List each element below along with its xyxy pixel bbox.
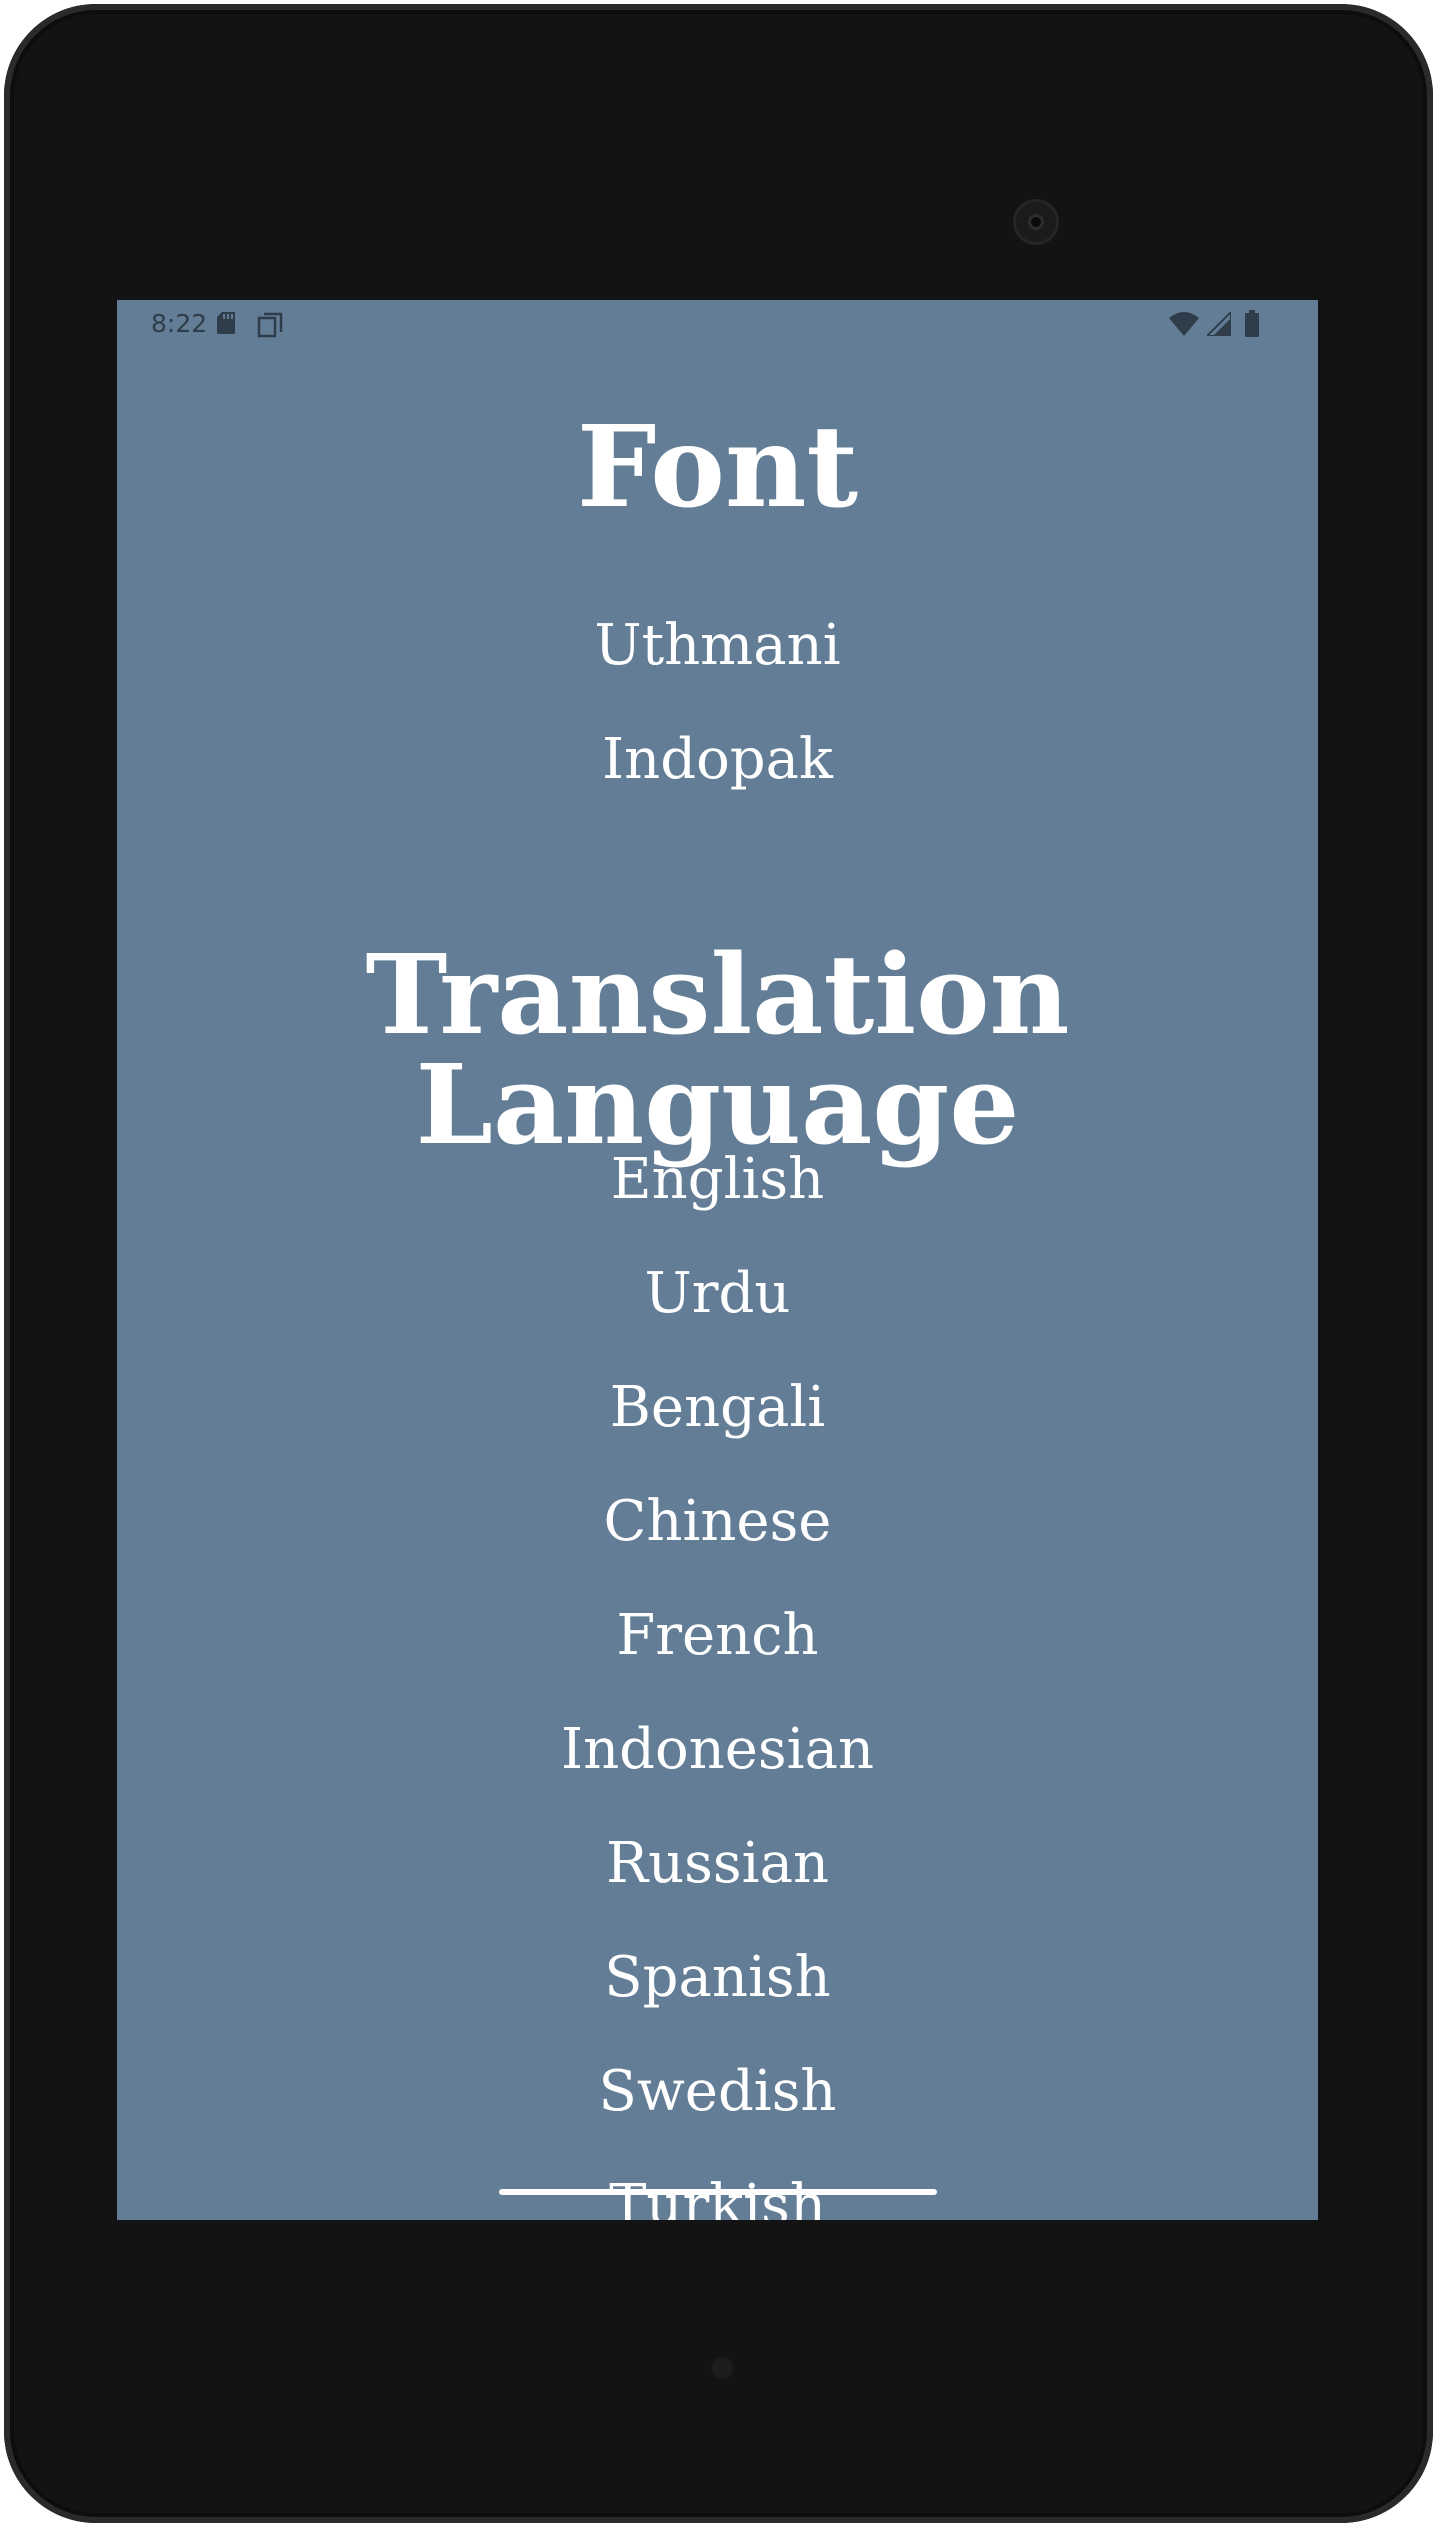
language-option-french[interactable]: French [117,1608,1318,1664]
front-camera [1016,202,1056,242]
copy-icon [257,312,283,338]
language-option-bengali[interactable]: Bengali [117,1380,1318,1436]
language-option-urdu[interactable]: Urdu [117,1266,1318,1322]
language-option-english[interactable]: English [117,1152,1318,1208]
battery-icon [1245,310,1259,337]
app-screen: 8:22 Font Uthmani Indopak Translation La… [117,300,1318,2220]
sd-card-icon [217,312,235,334]
language-option-spanish[interactable]: Spanish [117,1950,1318,2006]
status-bar: 8:22 [117,300,1318,346]
status-time: 8:22 [151,309,208,338]
language-option-russian[interactable]: Russian [117,1836,1318,1892]
language-option-swedish[interactable]: Swedish [117,2064,1318,2120]
signal-icon [1207,312,1231,336]
language-option-turkish[interactable]: Turkish [117,2178,1318,2221]
language-option-indonesian[interactable]: Indonesian [117,1722,1318,1778]
light-sensor [712,2358,732,2378]
font-section-title: Font [576,402,859,533]
font-option-indopak[interactable]: Indopak [117,732,1318,788]
wifi-icon [1169,312,1199,336]
gesture-nav-handle[interactable] [499,2189,937,2195]
language-option-chinese[interactable]: Chinese [117,1494,1318,1550]
font-option-uthmani[interactable]: Uthmani [117,618,1318,674]
translation-section-title: Translation Language [365,930,1070,1169]
